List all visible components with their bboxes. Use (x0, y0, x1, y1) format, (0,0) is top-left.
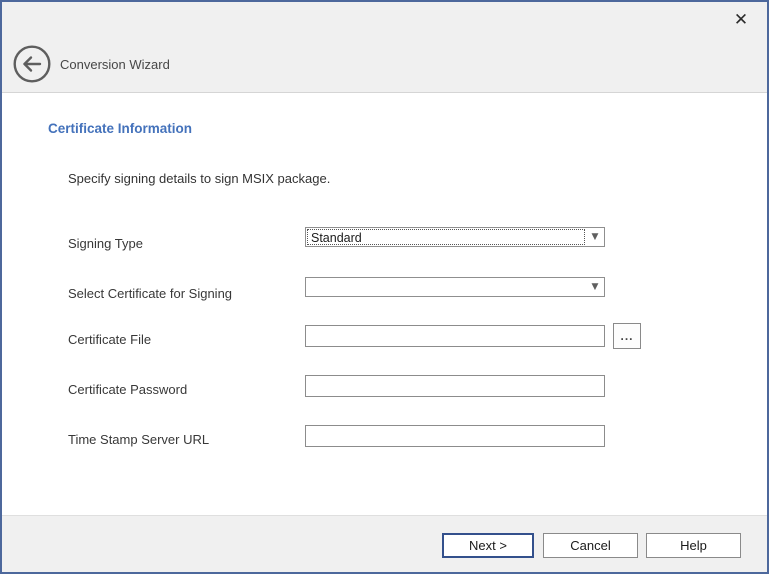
timestamp-url-input[interactable] (305, 425, 605, 447)
certificate-select-dropdown[interactable]: ▼ (305, 277, 605, 297)
certificate-select-value (307, 279, 585, 295)
page-description: Specify signing details to sign MSIX pac… (68, 171, 330, 186)
signing-type-label: Signing Type (68, 236, 143, 251)
help-button[interactable]: Help (646, 533, 741, 558)
chevron-down-icon: ▼ (586, 228, 604, 246)
conversion-wizard-dialog: ✕ Conversion Wizard Certificate Informat… (0, 0, 769, 574)
wizard-header: ✕ Conversion Wizard (2, 2, 767, 93)
signing-type-dropdown[interactable]: Standard ▼ (305, 227, 605, 247)
timestamp-url-label: Time Stamp Server URL (68, 432, 209, 447)
certificate-file-label: Certificate File (68, 332, 151, 347)
certificate-password-input[interactable] (305, 375, 605, 397)
close-icon[interactable]: ✕ (727, 6, 755, 34)
cancel-button[interactable]: Cancel (543, 533, 638, 558)
wizard-title: Conversion Wizard (60, 57, 170, 72)
back-button[interactable] (13, 45, 51, 83)
signing-type-value: Standard (307, 229, 585, 245)
page-title: Certificate Information (48, 121, 192, 136)
arrow-left-circle-icon (13, 71, 51, 86)
certificate-file-input[interactable] (305, 325, 605, 347)
certificate-select-label: Select Certificate for Signing (68, 286, 232, 301)
certificate-password-label: Certificate Password (68, 382, 187, 397)
chevron-down-icon: ▼ (586, 278, 604, 296)
browse-button[interactable]: ... (613, 323, 641, 349)
next-button[interactable]: Next > (442, 533, 534, 558)
